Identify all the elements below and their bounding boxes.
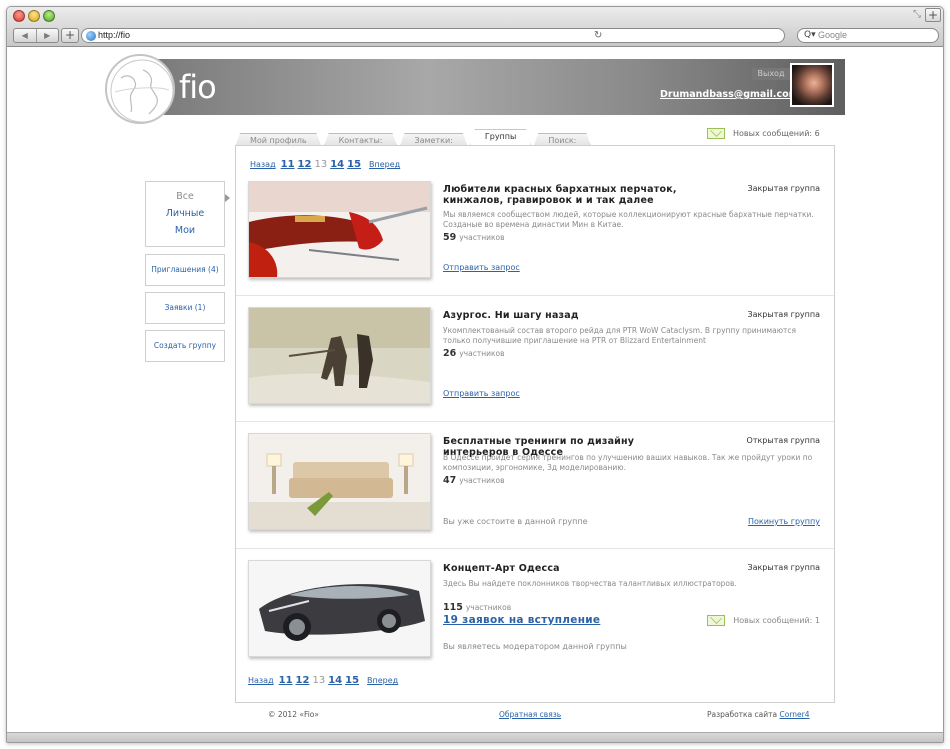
pager-next-link[interactable]: Вперед [369, 160, 400, 169]
group-type-label: Закрытая группа [747, 563, 820, 572]
group-title[interactable]: Концепт-Арт Одесса [443, 563, 693, 574]
developer-label: Разработка сайта [707, 710, 778, 719]
back-button[interactable]: ◀ [14, 29, 37, 42]
group-type-label: Открытая группа [746, 436, 820, 445]
pager-page-link[interactable]: 15 [347, 159, 361, 170]
group-thumbnail-image[interactable] [248, 433, 431, 530]
filter-all[interactable]: Все [146, 191, 224, 202]
group-member-count: 115 участников [443, 602, 511, 613]
pager-page-link[interactable]: 11 [281, 159, 295, 170]
new-tab-button[interactable]: + [925, 8, 941, 22]
pagination-top: Назад 11 12 13 14 15 Вперед [250, 159, 405, 170]
create-group-button[interactable]: Создать группу [145, 330, 225, 362]
groups-panel: Назад 11 12 13 14 15 Вперед Любители кра… [235, 145, 835, 703]
footer-developer: Разработка сайта Corner4 [707, 710, 810, 719]
pager-page-link[interactable]: 14 [328, 675, 342, 686]
globe-icon [86, 31, 96, 41]
minimize-window-button[interactable] [28, 10, 40, 22]
browser-toolbar: ⤡ + ◀ ▶ + http://fio ↻ Q▾ Google [7, 7, 943, 47]
pager-prev-link[interactable]: Назад [248, 676, 274, 685]
member-count-label: участников [459, 476, 505, 485]
new-messages-indicator[interactable]: Новых сообщений: 6 [707, 128, 820, 139]
envelope-icon [707, 128, 725, 139]
address-text: http://fio [98, 30, 131, 40]
close-window-button[interactable] [13, 10, 25, 22]
avatar[interactable] [790, 63, 834, 107]
member-count-label: участников [465, 603, 512, 612]
membership-note: Вы уже состоите в данной группе [443, 517, 588, 526]
group-item: Любители красных бархатных перчаток, кин… [236, 170, 834, 296]
group-title[interactable]: Азургос. Ни шагу назад [443, 310, 693, 321]
logout-button[interactable]: Выход [752, 68, 790, 80]
member-count-value: 26 [443, 348, 457, 359]
site-logo-text[interactable]: fio [179, 68, 217, 106]
arrow-right-icon [225, 194, 230, 202]
applications-link[interactable]: 19 заявок на вступление [443, 614, 600, 626]
send-request-link[interactable]: Отправить запрос [443, 389, 520, 398]
page-content: fio Выход Drumandbass@gmail.com Мой проф… [7, 48, 943, 737]
fullscreen-icon[interactable]: ⤡ [913, 9, 921, 20]
pager-page-link[interactable]: 11 [279, 675, 293, 686]
group-thumbnail-image[interactable] [248, 181, 431, 278]
member-count-label: участников [459, 233, 505, 242]
globe-logo-icon[interactable] [105, 54, 175, 124]
group-type-label: Закрытая группа [747, 184, 820, 193]
pager-next-link[interactable]: Вперед [367, 676, 398, 685]
invitations-button[interactable]: Приглашения (4) [145, 254, 225, 286]
forward-button[interactable]: ▶ [37, 29, 59, 42]
group-description: Здесь Вы найдете поклонников творчества … [443, 579, 737, 588]
user-email-link[interactable]: Drumandbass@gmail.com [660, 89, 799, 100]
footer-copyright: © 2012 «Fio» [268, 710, 319, 719]
pager-page-link[interactable]: 12 [296, 675, 310, 686]
browser-window: ⤡ + ◀ ▶ + http://fio ↻ Q▾ Google fio Вых… [6, 6, 944, 743]
group-member-count: 47 участников [443, 475, 505, 486]
member-count-value: 115 [443, 602, 463, 613]
horizontal-scrollbar[interactable] [7, 732, 943, 742]
pager-page-link[interactable]: 14 [330, 159, 344, 170]
search-placeholder: Google [818, 30, 848, 40]
group-new-messages[interactable]: Новых сообщений: 1 [707, 615, 820, 626]
moderator-note: Вы являетесь модератором данной группы [443, 642, 627, 651]
group-filter: Все Личные Мои [145, 181, 225, 247]
group-type-label: Закрытая группа [747, 310, 820, 319]
send-request-link[interactable]: Отправить запрос [443, 263, 520, 272]
group-thumbnail-image[interactable] [248, 560, 431, 657]
group-title[interactable]: Любители красных бархатных перчаток, кин… [443, 184, 693, 206]
group-item: Бесплатные тренинги по дизайну интерьеро… [236, 422, 834, 549]
filter-personal[interactable]: Личные [146, 208, 224, 219]
group-description: В Одессе пройдет серия тренингов по улуч… [443, 453, 813, 472]
reload-icon[interactable]: ↻ [594, 30, 602, 41]
pager-page-link[interactable]: 15 [345, 675, 359, 686]
back-forward-buttons: ◀ ▶ [13, 28, 59, 43]
add-bookmark-button[interactable]: + [61, 28, 79, 43]
leave-group-link[interactable]: Покинуть группу [748, 517, 820, 526]
search-icon: Q▾ [804, 30, 816, 40]
pagination-bottom: Назад 11 12 13 14 15 Вперед [248, 675, 403, 686]
requests-button[interactable]: Заявки (1) [145, 292, 225, 324]
group-thumbnail-image[interactable] [248, 307, 431, 404]
new-messages-label: Новых сообщений: 6 [733, 129, 820, 138]
pager-current-page: 13 [314, 159, 328, 170]
zoom-window-button[interactable] [43, 10, 55, 22]
group-member-count: 59 участников [443, 232, 505, 243]
filter-mine[interactable]: Мои [146, 225, 224, 236]
member-count-label: участников [459, 349, 505, 358]
site-header [151, 59, 845, 115]
group-description: Укомплектованый состав второго рейда для… [443, 326, 797, 345]
feedback-link[interactable]: Обратная связь [499, 710, 561, 719]
envelope-icon [707, 615, 726, 626]
pager-page-link[interactable]: 12 [298, 159, 312, 170]
group-item: Концепт-Арт Одесса Закрытая группа Здесь… [236, 549, 834, 669]
group-description: Мы являемся сообществом людей, которые к… [443, 210, 814, 229]
member-count-value: 47 [443, 475, 457, 486]
group-member-count: 26 участников [443, 348, 505, 359]
pager-current-page: 13 [312, 675, 326, 686]
address-bar[interactable]: http://fio ↻ [81, 28, 785, 43]
group-item: Азургос. Ни шагу назад Закрытая группа У… [236, 296, 834, 422]
member-count-value: 59 [443, 232, 457, 243]
developer-link[interactable]: Corner4 [780, 710, 810, 719]
group-new-messages-label: Новых сообщений: 1 [733, 616, 820, 625]
pager-prev-link[interactable]: Назад [250, 160, 276, 169]
search-input[interactable]: Q▾ Google [797, 28, 939, 43]
